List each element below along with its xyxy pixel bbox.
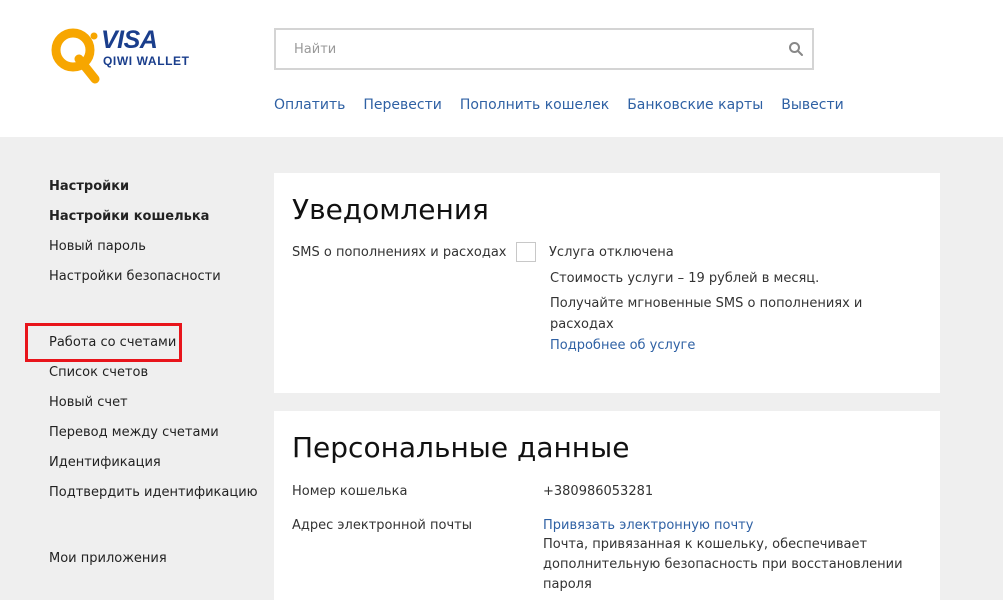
sidebar-item-wallet-settings[interactable]: Настройки кошелька (49, 208, 209, 226)
bind-email-link[interactable]: Привязать электронную почту (543, 515, 753, 536)
search-input[interactable] (276, 30, 766, 68)
qiwi-logo[interactable]: VISA QIWI WALLET (49, 25, 199, 85)
nav-bank-cards[interactable]: Банковские карты (627, 95, 763, 115)
sidebar-settings-header: Настройки (49, 179, 130, 194)
notifications-card: Уведомления SMS о пополнениях и расходах… (274, 173, 940, 393)
sidebar-item-accounts-list[interactable]: Список счетов (49, 364, 148, 382)
sidebar-item-accounts[interactable]: Работа со счетами (49, 334, 176, 352)
search-box (274, 28, 814, 70)
sms-label: SMS о пополнениях и расходах (292, 245, 507, 260)
nav-pay[interactable]: Оплатить (274, 95, 345, 115)
sidebar-item-confirm-identification[interactable]: Подтвердить идентификацию (49, 484, 258, 502)
nav-transfer[interactable]: Перевести (363, 95, 441, 115)
sms-more-link[interactable]: Подробнее об услуге (550, 335, 695, 356)
personal-data-card: Персональные данные Номер кошелька +3809… (274, 411, 940, 600)
sidebar-item-security-settings[interactable]: Настройки безопасности (49, 268, 221, 286)
sms-description-line2: расходах (550, 317, 614, 332)
sidebar-item-identification[interactable]: Идентификация (49, 454, 161, 472)
wallet-number-label: Номер кошелька (292, 484, 408, 499)
email-note-line1: Почта, привязанная к кошельку, обеспечив… (543, 537, 868, 552)
email-label: Адрес электронной почты (292, 518, 472, 533)
sidebar-item-new-account[interactable]: Новый счет (49, 394, 128, 412)
sidebar-item-my-apps[interactable]: Мои приложения (49, 550, 167, 568)
notifications-title: Уведомления (292, 193, 489, 226)
email-note-line2: дополнительную безопасность при восстано… (543, 557, 903, 572)
email-note: Почта, привязанная к кошельку, обеспечив… (543, 535, 903, 595)
header: VISA QIWI WALLET Оплатить Перевести Попо… (0, 0, 1003, 137)
search-icon[interactable] (788, 41, 804, 57)
qiwi-logo-icon (51, 28, 100, 84)
top-navigation: Оплатить Перевести Пополнить кошелек Бан… (274, 95, 862, 115)
sms-checkbox[interactable] (516, 242, 536, 262)
nav-withdraw[interactable]: Вывести (781, 95, 843, 115)
sidebar-item-new-password[interactable]: Новый пароль (49, 238, 146, 256)
sms-description-line1: Получайте мгновенные SMS о пополнениях и (550, 296, 863, 311)
logo-qiwi-text: QIWI WALLET (103, 54, 190, 68)
sms-status: Услуга отключена (549, 245, 674, 260)
wallet-number-value: +380986053281 (543, 484, 654, 499)
sms-cost: Стоимость услуги – 19 рублей в месяц. (550, 271, 820, 286)
personal-data-title: Персональные данные (292, 431, 630, 464)
logo-visa-text: VISA (101, 26, 158, 54)
sidebar-item-transfer-between-accounts[interactable]: Перевод между счетами (49, 424, 219, 442)
nav-topup-wallet[interactable]: Пополнить кошелек (460, 95, 609, 115)
email-note-line3: пароля (543, 577, 592, 592)
